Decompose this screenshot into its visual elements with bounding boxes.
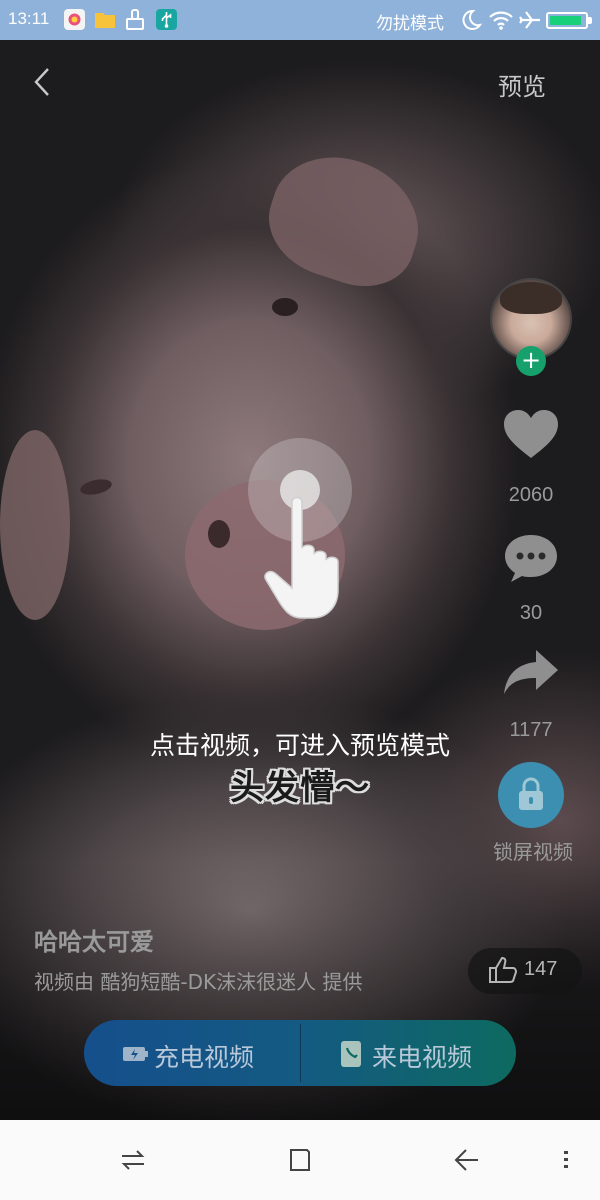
- cleaner-icon: [124, 9, 145, 30]
- wifi-icon: [488, 8, 514, 32]
- chevron-left-icon[interactable]: [30, 66, 54, 98]
- share-count: 1177: [509, 719, 553, 741]
- switch-icon[interactable]: [120, 1148, 146, 1172]
- button-divider: [300, 1024, 301, 1082]
- thumbs-up-icon: [489, 956, 518, 983]
- pig-nostril: [208, 520, 230, 548]
- avatar-hair: [500, 282, 562, 314]
- pig-eye: [272, 298, 298, 316]
- phone-card-icon: [341, 1041, 361, 1067]
- menu-dots-icon[interactable]: [554, 1148, 580, 1172]
- battery-tip: [588, 17, 592, 24]
- status-bar: 13:11 勿扰模式: [0, 0, 600, 40]
- status-time: 13:11: [8, 9, 50, 28]
- thumbs-up-count: 147: [524, 958, 558, 980]
- heart-icon[interactable]: [502, 408, 560, 460]
- home-square-icon[interactable]: [287, 1148, 313, 1172]
- pig-ear: [255, 139, 435, 301]
- share-arrow-icon[interactable]: [502, 648, 560, 696]
- comment-icon[interactable]: [502, 532, 560, 584]
- pig-ear: [0, 430, 70, 620]
- like-count: 2060: [508, 484, 554, 506]
- usb-icon: [156, 9, 177, 30]
- comment-count: 30: [519, 602, 543, 624]
- pointing-hand-icon: [264, 496, 339, 619]
- lock-screen-label: 锁屏视频: [493, 840, 573, 864]
- app-icon: [64, 9, 85, 30]
- folder-icon: [94, 9, 115, 30]
- charge-video-label: 充电视频: [154, 1043, 255, 1072]
- preview-button[interactable]: 预览: [498, 67, 546, 102]
- dnd-label: 勿扰模式: [376, 14, 444, 34]
- battery-icon: [546, 12, 588, 29]
- follow-button[interactable]: +: [516, 346, 546, 376]
- moon-icon: [460, 8, 483, 32]
- provider-credit: 视频由 酷狗短酷-DK沫沫很迷人 提供: [34, 970, 363, 994]
- video-title: 哈哈太可爱: [34, 928, 154, 956]
- battery-charge-icon: [123, 1047, 148, 1061]
- lock-icon: [519, 777, 543, 810]
- back-arrow-icon[interactable]: [454, 1148, 480, 1172]
- airplane-icon: [518, 8, 542, 32]
- pig-eye: [78, 476, 114, 498]
- battery-level: [550, 16, 581, 25]
- call-video-label: 来电视频: [372, 1043, 473, 1072]
